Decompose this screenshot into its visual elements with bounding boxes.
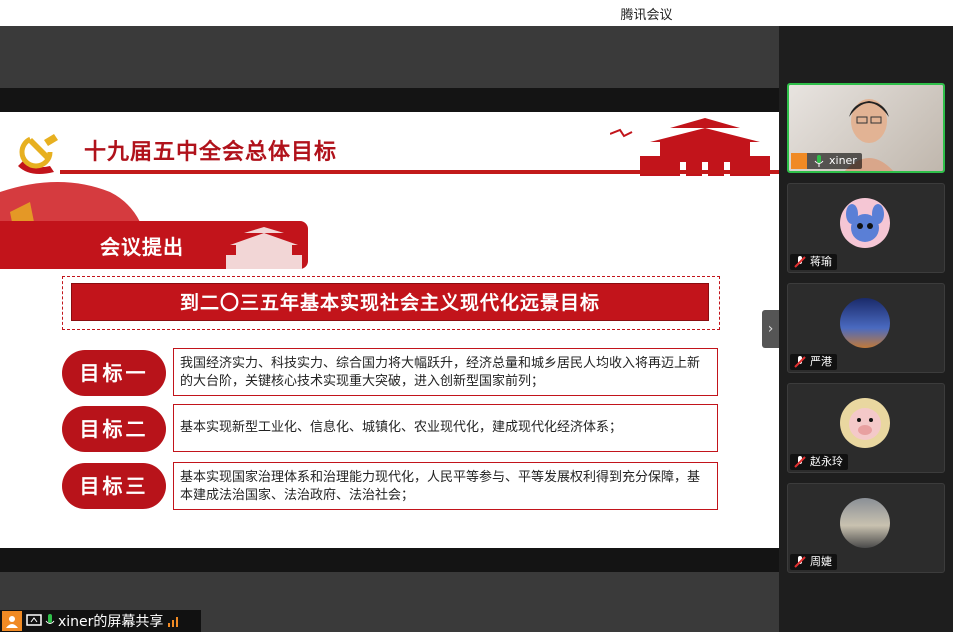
mic-on-icon (814, 155, 824, 167)
goal-headline: 到二〇三五年基本实现社会主义现代化远景目标 (71, 283, 709, 321)
participant-name: 赵永玲 (810, 455, 843, 468)
participant-tile-2[interactable]: 蒋瑜 (787, 183, 945, 273)
pig-avatar-icon (849, 408, 881, 440)
mic-on-icon (45, 614, 55, 624)
stage-letterbox-top (0, 88, 779, 112)
goal-label-1: 目标一 (62, 350, 166, 396)
banner-gate-icon (226, 227, 302, 269)
window-title: 腾讯会议 (620, 8, 673, 23)
stitch-avatar-icon (846, 204, 884, 242)
participant-name: 严港 (810, 355, 832, 368)
slide-title: 十九届五中全会总体目标 (84, 140, 338, 165)
mic-muted-icon (794, 556, 806, 568)
tiananmen-illustration-icon (610, 118, 770, 176)
participant-tile-xiner[interactable]: xiner (787, 83, 945, 173)
header-divider (60, 170, 779, 174)
slide-header: 十九届五中全会总体目标 (0, 112, 779, 176)
goal-text-1: 我国经济实力、科技实力、综合国力将大幅跃升，经济总量和城乡居民人均收入将再迈上新… (173, 348, 718, 396)
goal-headline-text: 到二〇三五年基本实现社会主义现代化远景目标 (179, 292, 600, 314)
goal-headline-box: 到二〇三五年基本实现社会主义现代化远景目标 (62, 276, 720, 330)
screen-share-icon (26, 614, 42, 626)
participant-tile-4[interactable]: 赵永玲 (787, 383, 945, 473)
screen-share-label: xiner的屏幕共享 (58, 614, 164, 630)
goal-text-2: 基本实现新型工业化、信息化、城镇化、农业现代化，建成现代化经济体系； (173, 404, 718, 452)
mic-muted-icon (794, 456, 806, 468)
avatar (840, 398, 890, 448)
avatar (840, 198, 890, 248)
participant-name-tag: 严港 (790, 354, 837, 370)
screen-share-indicator[interactable]: xiner的屏幕共享 (0, 610, 201, 632)
participant-tile-5[interactable]: 周婕 (787, 483, 945, 573)
participant-name-tag: 赵永玲 (790, 454, 848, 470)
participant-name-tag: 蒋瑜 (790, 254, 837, 270)
presentation-slide: 十九届五中全会总体目标 会议提出 到二〇三五年基本实现社会主义现代化远景目标 目… (0, 112, 779, 548)
participant-name-tag: xiner (791, 153, 862, 169)
avatar (840, 298, 890, 348)
signal-strength-icon (168, 617, 179, 627)
avatar (840, 498, 890, 548)
section-banner: 会议提出 (0, 221, 308, 269)
mic-muted-icon (794, 356, 806, 368)
goal-text-3: 基本实现国家治理体系和治理能力现代化，人民平等参与、平等发展权利得到充分保障，基… (173, 462, 718, 510)
stage-letterbox-bottom (0, 548, 779, 572)
goal-label-2: 目标二 (62, 406, 166, 452)
mic-muted-icon (794, 256, 806, 268)
goal-label-3: 目标三 (62, 463, 166, 509)
title-bar: 腾讯会议 (0, 0, 953, 27)
participant-name-tag: 周婕 (790, 554, 837, 570)
collapse-sidebar-button[interactable]: › (762, 310, 779, 348)
participant-name: 蒋瑜 (810, 255, 832, 268)
participant-name: xiner (829, 154, 857, 167)
host-icon (791, 153, 807, 169)
participant-sidebar: xiner 蒋瑜 严港 赵永玲 周婕 (779, 26, 953, 632)
participant-name: 周婕 (810, 555, 832, 568)
user-icon (2, 611, 22, 631)
section-banner-label: 会议提出 (100, 235, 184, 259)
participant-tile-3[interactable]: 严港 (787, 283, 945, 373)
